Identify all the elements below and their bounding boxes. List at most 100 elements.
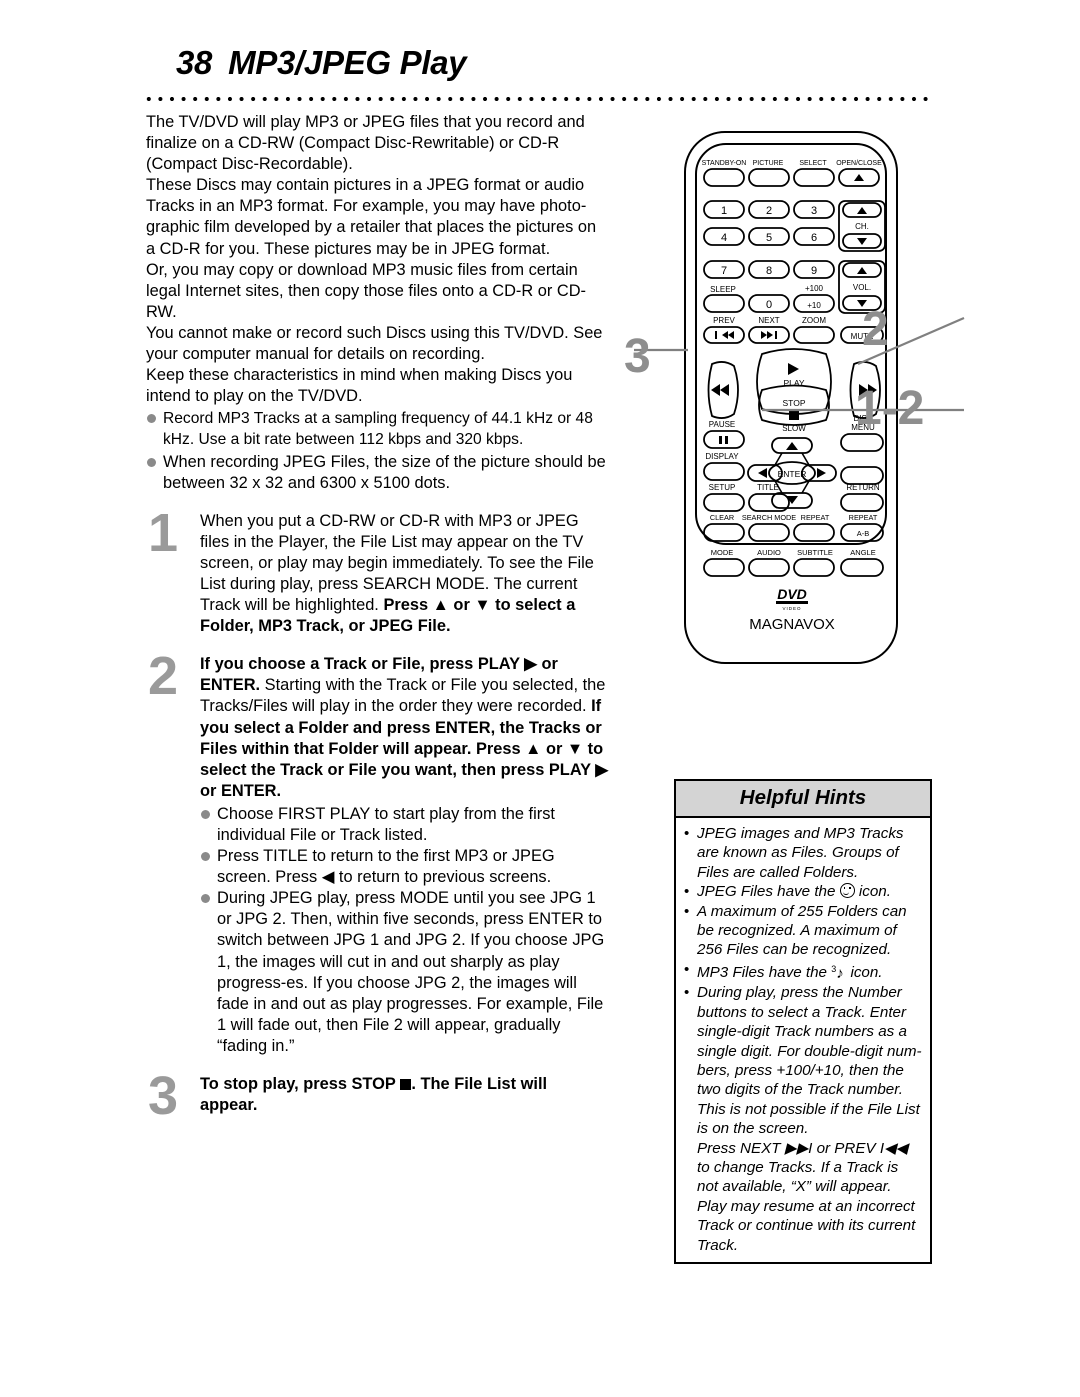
btn-label-ch: CH. [855, 222, 869, 231]
btn-label-audio: AUDIO [757, 548, 781, 557]
btn-label-enter: ENTER [778, 469, 807, 479]
callout-step-1-2: 1-2 [855, 382, 925, 435]
btn-label-vol: VOL. [853, 283, 871, 292]
stop-icon [789, 410, 799, 420]
channel-down-icon [857, 238, 867, 245]
btn-label-setup: SETUP [709, 483, 736, 492]
hint-bullet-icon: • [684, 825, 690, 842]
svg-text:6: 6 [811, 232, 817, 244]
btn-label-subtitle: SUBTITLE [797, 548, 833, 557]
btn-label-repeat: REPEAT [801, 513, 830, 522]
hint-item: • During play, press the Number buttons … [684, 983, 922, 1138]
hint-text: JPEG images and MP3 Tracks are known as … [697, 825, 904, 881]
step-2-lead-plain: Starting with the Track or File you sele… [200, 676, 606, 716]
rewind-icon [720, 384, 729, 396]
btn-label-plus100: +100 [805, 284, 824, 293]
btn-label-ab: A-B [857, 529, 870, 538]
svg-text:VIDEO: VIDEO [782, 606, 801, 611]
hint-bullet-icon: • [684, 984, 690, 1002]
brand-name: MAGNAVOX [749, 616, 835, 633]
channel-up-icon [857, 207, 867, 214]
step-1: 1 When you put a CD-RW or CD-R with MP3 … [146, 502, 608, 638]
btn-label-stop: STOP [783, 398, 806, 408]
arrow-left-icon [758, 468, 767, 478]
volume-up-icon [857, 267, 867, 274]
hint-text: A maximum of 255 Folders can be recogniz… [697, 902, 907, 959]
pause-icon [719, 436, 728, 444]
bullet-dot-icon [147, 414, 156, 424]
btn-label-standby-on: STANDBY-ON [702, 160, 747, 167]
eject-icon [854, 174, 864, 181]
hint-text-pre: MP3 Files have the [697, 963, 832, 981]
step-number: 3 [148, 1066, 179, 1127]
svg-text:4: 4 [721, 232, 727, 244]
hint-closing-text: Press NEXT ▶▶I or PREV I◀◀ to change Tra… [697, 1139, 916, 1254]
step-body: When you put a CD-RW or CD-R with MP3 or… [200, 511, 608, 638]
hint-bullet-icon: • [684, 902, 690, 920]
svg-text:0: 0 [766, 299, 772, 311]
intro-bullet-item: Record MP3 Tracks at a sampling frequenc… [146, 408, 608, 450]
hint-item: • JPEG Files have the icon. [684, 882, 922, 901]
step-2-bullet-list: Choose FIRST PLAY to start play from the… [200, 804, 608, 1057]
bullet-dot-icon [147, 457, 156, 467]
btn-label-repeat-ab: REPEAT [849, 513, 878, 522]
step-2-bullet-text: During JPEG play, press MODE until you s… [217, 889, 605, 1055]
main-content-column: The TV/DVD will play MP3 or JPEG files t… [146, 112, 608, 1127]
hint-bullet-icon: • [684, 960, 690, 978]
btn-label-pause: PAUSE [709, 420, 736, 429]
smiley-icon [839, 883, 855, 899]
btn-label-mode: MODE [711, 548, 734, 557]
hint-text-post: icon. [854, 883, 891, 901]
btn-label-prev: PREV [713, 316, 735, 325]
mp3-note-icon: 3♪ [831, 963, 844, 982]
intro-bullet-item: When recording JPEG Files, the size of t… [146, 452, 608, 494]
intro-paragraph-3: Or, you may copy or download MP3 music f… [146, 260, 587, 321]
intro-paragraph-1: The TV/DVD will play MP3 or JPEG files t… [146, 113, 585, 174]
hint-bullet-icon: • [684, 883, 690, 901]
helpful-hints-body: • JPEG images and MP3 Tracks are known a… [676, 818, 930, 1262]
helpful-hints-title: Helpful Hints [676, 781, 930, 818]
list-item: Choose FIRST PLAY to start play from the… [200, 804, 608, 846]
step-3-bold-text: To stop play, press STOP [200, 1075, 396, 1094]
page-title-text: MP3/JPEG Play [228, 44, 467, 81]
dvd-video-logo: DVD VIDEO [776, 586, 808, 611]
svg-text:DVD: DVD [777, 586, 807, 602]
intro-bullet-text: Record MP3 Tracks at a sampling frequenc… [163, 410, 593, 449]
bullet-dot-icon [201, 809, 210, 819]
intro-bullet-text: When recording JPEG Files, the size of t… [163, 452, 606, 492]
svg-text:2: 2 [766, 205, 772, 217]
btn-label-clear: CLEAR [710, 513, 734, 522]
page-title: 38 MP3/JPEG Play [176, 44, 467, 82]
svg-text:1: 1 [721, 205, 727, 217]
bullet-dot-icon [201, 894, 210, 904]
callout-step-3: 3 [624, 330, 651, 383]
btn-label-slow: SLOW [782, 424, 806, 433]
btn-label-angle: ANGLE [850, 548, 875, 557]
arrow-up-icon [786, 442, 798, 450]
btn-label-next: NEXT [758, 316, 779, 325]
step-2: 2 If you choose a Track or File, press P… [146, 649, 608, 1057]
callout-step-2: 2 [862, 303, 889, 356]
hint-text-pre: JPEG Files have the [697, 883, 840, 901]
arrow-right-icon [817, 468, 826, 478]
btn-label-plus10: +10 [807, 301, 821, 310]
intro-paragraph-4: You cannot make or record such Discs usi… [146, 323, 603, 364]
title-divider [143, 96, 932, 102]
btn-label-title: TITLE [757, 483, 779, 492]
step-3: 3 To stop play, press STOP . The File Li… [146, 1066, 608, 1127]
intro-paragraph-5: Keep these characteristics in mind when … [146, 366, 573, 406]
svg-text:3: 3 [811, 205, 817, 217]
hint-item: • JPEG images and MP3 Tracks are known a… [684, 824, 922, 882]
svg-text:8: 8 [766, 265, 772, 277]
step-body: If you choose a Track or File, press PLA… [200, 654, 608, 1057]
helpful-hints-box: Helpful Hints • JPEG images and MP3 Trac… [674, 779, 932, 1264]
svg-text:5: 5 [766, 232, 772, 244]
bullet-dot-icon [201, 852, 210, 862]
hint-text: During play, press the Number buttons to… [697, 984, 922, 1138]
hint-text: MP3 Files have the 3♪ icon. [697, 960, 922, 983]
step-number: 1 [148, 502, 179, 563]
btn-label-open-close: OPEN/CLOSE [836, 160, 882, 167]
btn-label-picture: PICTURE [753, 160, 784, 167]
btn-label-zoom: ZOOM [802, 316, 826, 325]
hint-text: JPEG Files have the icon. [697, 882, 922, 901]
